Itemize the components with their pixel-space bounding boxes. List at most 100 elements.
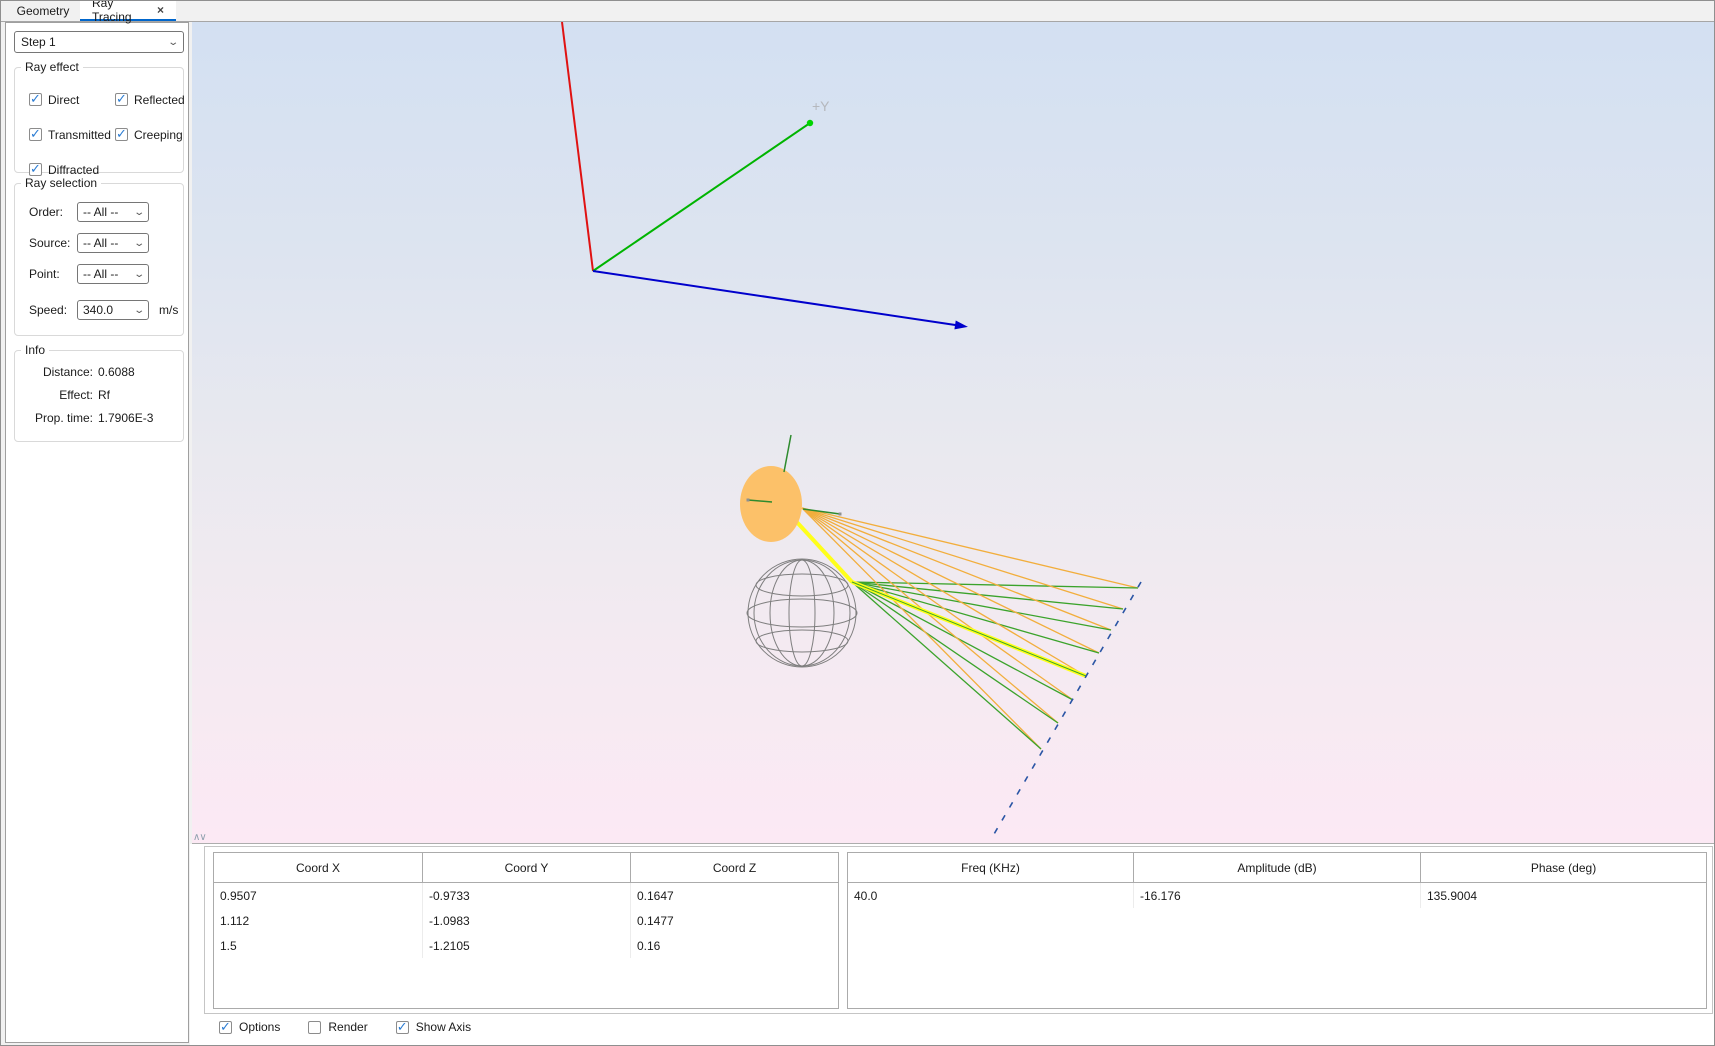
tab-geometry[interactable]: Geometry <box>6 0 80 21</box>
reflected-ray <box>852 582 1138 588</box>
render-checkbox[interactable] <box>308 1021 321 1034</box>
tab-geometry-label: Geometry <box>17 4 70 18</box>
info-label: Prop. time: <box>21 411 93 425</box>
point-dropdown[interactable]: -- All -- ⌄ <box>77 264 149 284</box>
ray-effect-reflected-label: Reflected <box>134 93 185 107</box>
column-header[interactable]: Coord X <box>214 853 423 882</box>
source-sphere <box>740 466 802 542</box>
wireframe-latitude <box>747 599 857 627</box>
show-axis-label: Show Axis <box>416 1020 471 1034</box>
coordinate-row[interactable]: 0.9507-0.97330.1647 <box>214 883 838 908</box>
chevron-down-icon: ⌄ <box>133 305 145 316</box>
ray-effect-diffracted-label: Diffracted <box>48 163 99 177</box>
row-label: Source: <box>29 236 70 250</box>
signal-table[interactable]: Freq (KHz)Amplitude (dB)Phase (deg) 40.0… <box>847 852 1707 1009</box>
row-label: Point: <box>29 267 60 281</box>
normal-segment <box>784 435 791 472</box>
info-value: 1.7906E-3 <box>98 411 179 425</box>
signal-row[interactable]: 40.0-16.176135.9004 <box>848 883 1706 908</box>
splitter-collapse-arrows[interactable]: ∧∨ <box>193 832 206 843</box>
table-cell: 0.16 <box>631 933 838 958</box>
table-cell: -1.0983 <box>423 908 631 933</box>
column-header[interactable]: Coord Z <box>631 853 838 882</box>
reflected-ray <box>852 582 1041 749</box>
coordinates-table[interactable]: Coord XCoord YCoord Z 0.9507-0.97330.164… <box>213 852 839 1009</box>
viewport-splitter[interactable] <box>192 843 1714 844</box>
ray-effect-group: Ray effect DirectReflectedTransmittedCre… <box>14 67 184 173</box>
axis-z <box>593 271 962 326</box>
show-axis-checkbox[interactable] <box>396 1021 409 1034</box>
ray-tracing-sidebar: Step 1 ⌄ Ray effect DirectReflectedTrans… <box>5 22 189 1043</box>
step-selector[interactable]: Step 1 ⌄ <box>14 31 184 53</box>
table-cell: 0.1647 <box>631 883 838 908</box>
table-cell: -16.176 <box>1134 883 1421 908</box>
info-title: Info <box>21 343 49 357</box>
signal-table-header: Freq (KHz)Amplitude (dB)Phase (deg) <box>848 853 1706 883</box>
table-cell: 0.1477 <box>631 908 838 933</box>
chevron-down-icon: ⌄ <box>133 238 145 249</box>
ray-selection-row-point: Point: -- All -- ⌄ <box>15 264 183 284</box>
ray-effect-checkboxes: Direct Reflected Transmitted Creeping Diffra… <box>29 82 185 187</box>
table-cell: 0.9507 <box>214 883 423 908</box>
3d-viewport[interactable]: +Y <box>192 22 1714 843</box>
reflected-ray <box>852 582 1111 630</box>
column-header[interactable]: Freq (KHz) <box>848 853 1134 882</box>
table-cell: 135.9004 <box>1421 883 1706 908</box>
render-label: Render <box>328 1020 367 1034</box>
column-header[interactable]: Phase (deg) <box>1421 853 1706 882</box>
axis-y-label: +Y <box>812 98 830 114</box>
ray-effect-transmitted-row: Transmitted <box>29 128 115 142</box>
ray-effect-creeping-label: Creeping <box>134 128 183 142</box>
coordinate-row[interactable]: 1.5-1.21050.16 <box>214 933 838 958</box>
ray-selection-title: Ray selection <box>21 176 101 190</box>
ray-effect-creeping-row: Creeping <box>115 128 185 142</box>
column-header[interactable]: Amplitude (dB) <box>1134 853 1421 882</box>
reflected-ray <box>852 582 1073 700</box>
ray-selection-row-speed: Speed:340.0⌄m/s <box>15 300 183 320</box>
incident-ray <box>802 508 1099 653</box>
source-dropdown[interactable]: -- All -- ⌄ <box>77 233 149 253</box>
ray-effect-creeping-checkbox[interactable] <box>115 128 128 141</box>
chevron-down-icon: ⌄ <box>133 269 145 280</box>
ray-effect-reflected-checkbox[interactable] <box>115 93 128 106</box>
table-cell: 1.5 <box>214 933 423 958</box>
dropdown-value: -- All -- <box>83 267 118 281</box>
wireframe-latitude <box>756 630 848 652</box>
options-checkbox[interactable] <box>219 1021 232 1034</box>
coordinates-table-header: Coord XCoord YCoord Z <box>214 853 838 883</box>
axis-z-arrowhead <box>954 321 968 330</box>
close-icon[interactable]: × <box>157 4 164 16</box>
tab-bar: Geometry Ray Tracing × <box>0 0 1715 22</box>
table-cell: -0.9733 <box>423 883 631 908</box>
ray-selection-row-order: Order: -- All --⌄ <box>15 202 183 222</box>
axis-x <box>562 22 593 271</box>
ray-selection-row-source: Source: -- All -- ⌄ <box>15 233 183 253</box>
row-label: Speed: <box>29 303 67 317</box>
dropdown-value: 340.0 <box>83 303 113 317</box>
coordinate-row[interactable]: 1.112-1.09830.1477 <box>214 908 838 933</box>
table-cell: 1.112 <box>214 908 423 933</box>
speed-dropdown[interactable]: 340.0 ⌄ <box>77 300 149 320</box>
collapse-down-icon[interactable]: ∨ <box>199 832 205 843</box>
dropdown-value: -- All -- <box>83 236 118 250</box>
incident-ray <box>802 508 1138 588</box>
axis-y-tip <box>807 120 813 126</box>
row-label: Order: <box>29 205 63 219</box>
results-panel: Coord XCoord YCoord Z 0.9507-0.97330.164… <box>204 846 1713 1014</box>
column-header[interactable]: Coord Y <box>423 853 631 882</box>
order-dropdown[interactable]: -- All --⌄ <box>77 202 149 222</box>
ray-effect-direct-checkbox[interactable] <box>29 93 42 106</box>
ray-effect-diffracted-checkbox[interactable] <box>29 163 42 176</box>
point-marker <box>839 513 842 516</box>
tab-ray-tracing-label: Ray Tracing <box>92 0 150 24</box>
viewport-options-bar: OptionsRenderShow Axis <box>219 1020 471 1034</box>
ray-effect-direct-label: Direct <box>48 93 79 107</box>
ray-effect-transmitted-checkbox[interactable] <box>29 128 42 141</box>
info-rows: Distance:0.6088Effect:RfProp. time:1.790… <box>21 365 179 425</box>
receiver-line <box>990 582 1141 841</box>
info-value: Rf <box>98 388 179 402</box>
incident-ray <box>802 508 1123 609</box>
ray-effect-reflected-row: Reflected <box>115 93 185 107</box>
tab-ray-tracing[interactable]: Ray Tracing × <box>80 0 176 21</box>
dropdown-value: -- All -- <box>83 205 118 219</box>
